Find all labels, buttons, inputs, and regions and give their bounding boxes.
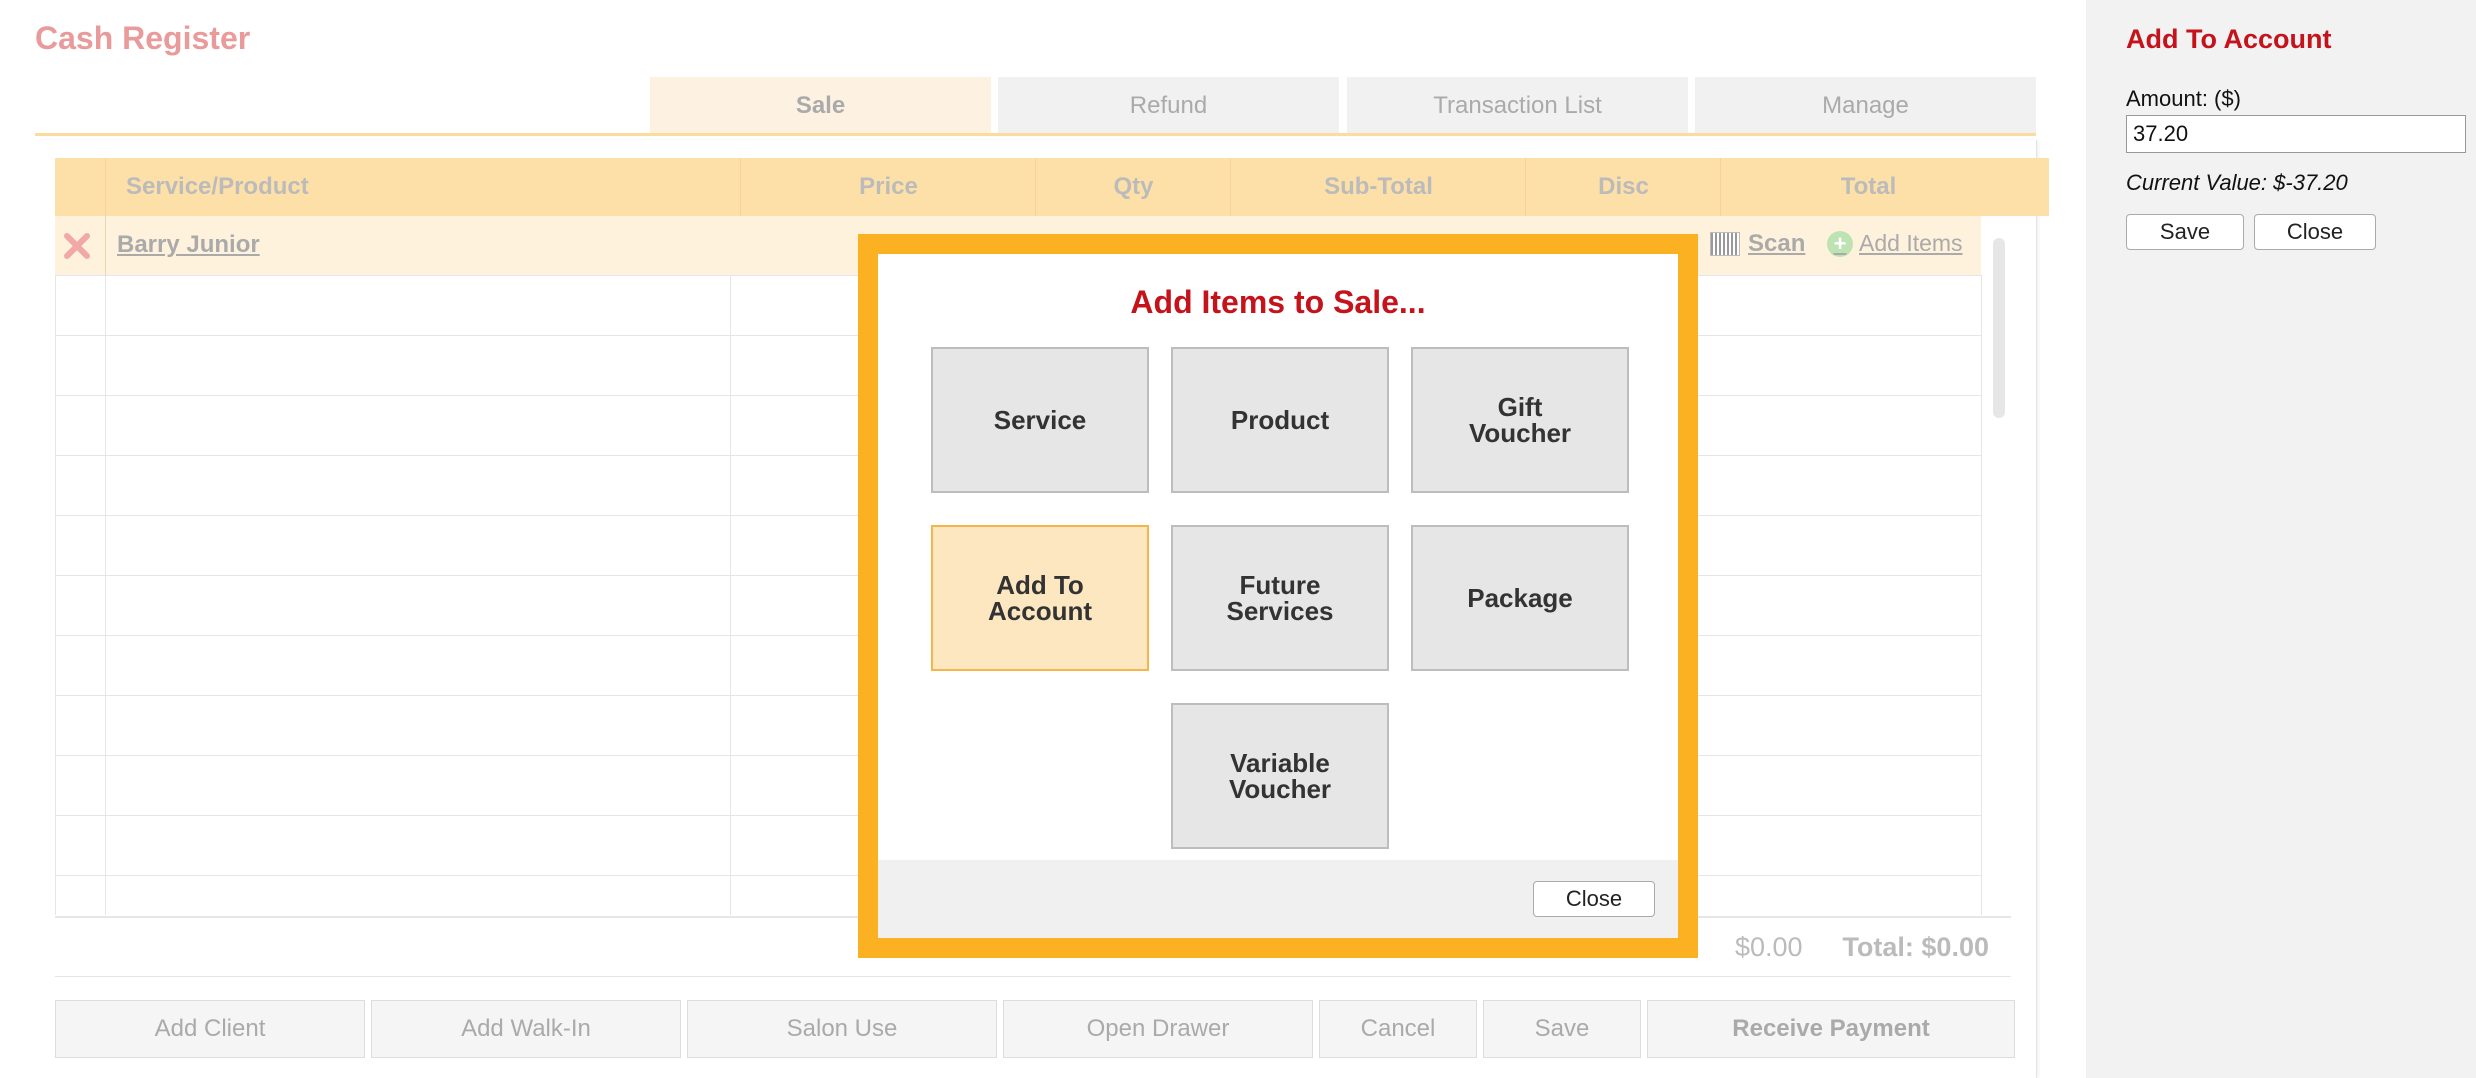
- col-price: Price: [740, 158, 1036, 216]
- remove-client-icon[interactable]: [61, 230, 93, 262]
- add-items-link[interactable]: + Add Items: [1827, 230, 1963, 257]
- scan-label: Scan: [1748, 230, 1806, 257]
- tile-future-services[interactable]: Future Services: [1171, 525, 1389, 671]
- col-service-product: Service/Product: [105, 158, 795, 216]
- grid-scrollbar[interactable]: [1993, 238, 2005, 418]
- save-button[interactable]: Save: [1483, 1000, 1641, 1058]
- current-value-text: Current Value: $-37.20: [2126, 170, 2348, 195]
- modal-title: Add Items to Sale...: [1130, 284, 1426, 320]
- grid-header: Service/Product Price Qty Sub-Total Disc…: [55, 158, 2049, 216]
- tile-add-to-account[interactable]: Add To Account: [931, 525, 1149, 671]
- tab-refund[interactable]: Refund: [998, 77, 1339, 135]
- salon-use-button[interactable]: Salon Use: [687, 1000, 997, 1058]
- plus-circle-icon: +: [1827, 230, 1853, 257]
- add-items-label: Add Items: [1859, 230, 1963, 256]
- col-sub-total: Sub-Total: [1230, 158, 1526, 216]
- receive-payment-button[interactable]: Receive Payment: [1647, 1000, 2015, 1058]
- col-qty: Qty: [1035, 158, 1231, 216]
- amount-label: Amount: ($): [2126, 86, 2241, 111]
- app-title: Cash Register: [35, 20, 251, 56]
- col-disc: Disc: [1525, 158, 1721, 216]
- grand-total-value: Total: $0.00: [1842, 932, 1989, 962]
- add-walk-in-button[interactable]: Add Walk-In: [371, 1000, 681, 1058]
- tab-manage[interactable]: Manage: [1695, 77, 2036, 135]
- add-client-button[interactable]: Add Client: [55, 1000, 365, 1058]
- col-total: Total: [1720, 158, 2016, 216]
- tab-bar: Sale Refund Transaction List Manage: [650, 77, 2036, 135]
- modal-footer: Close: [878, 860, 1678, 938]
- tile-gift-voucher[interactable]: Gift Voucher: [1411, 347, 1629, 493]
- panel-close-button[interactable]: Close: [2254, 214, 2376, 250]
- barcode-icon: [1710, 232, 1740, 256]
- panel-title: Add To Account: [2126, 24, 2332, 54]
- amount-field[interactable]: [2126, 115, 2466, 153]
- cancel-button[interactable]: Cancel: [1319, 1000, 1477, 1058]
- tile-package[interactable]: Package: [1411, 525, 1629, 671]
- modal-close-button[interactable]: Close: [1533, 881, 1655, 917]
- add-to-account-panel: Add To Account Amount: ($) Current Value…: [2086, 0, 2476, 1078]
- tile-service[interactable]: Service: [931, 347, 1149, 493]
- disc-total-value: $0.00: [1735, 932, 1803, 962]
- tile-product[interactable]: Product: [1171, 347, 1389, 493]
- panel-save-button[interactable]: Save: [2126, 214, 2244, 250]
- tab-underline: [35, 133, 2036, 136]
- client-name-link[interactable]: Barry Junior: [117, 231, 260, 259]
- tab-sale[interactable]: Sale: [650, 77, 991, 135]
- add-items-modal: Add Items to Sale... Service Product Gif…: [858, 234, 1698, 958]
- action-bar: Add Client Add Walk-In Salon Use Open Dr…: [55, 1000, 2015, 1058]
- tile-variable-voucher[interactable]: Variable Voucher: [1171, 703, 1389, 849]
- scan-button[interactable]: Scan: [1710, 230, 1805, 258]
- add-items-modal-body: Add Items to Sale... Service Product Gif…: [878, 254, 1678, 938]
- open-drawer-button[interactable]: Open Drawer: [1003, 1000, 1313, 1058]
- tab-transaction-list[interactable]: Transaction List: [1347, 77, 1688, 135]
